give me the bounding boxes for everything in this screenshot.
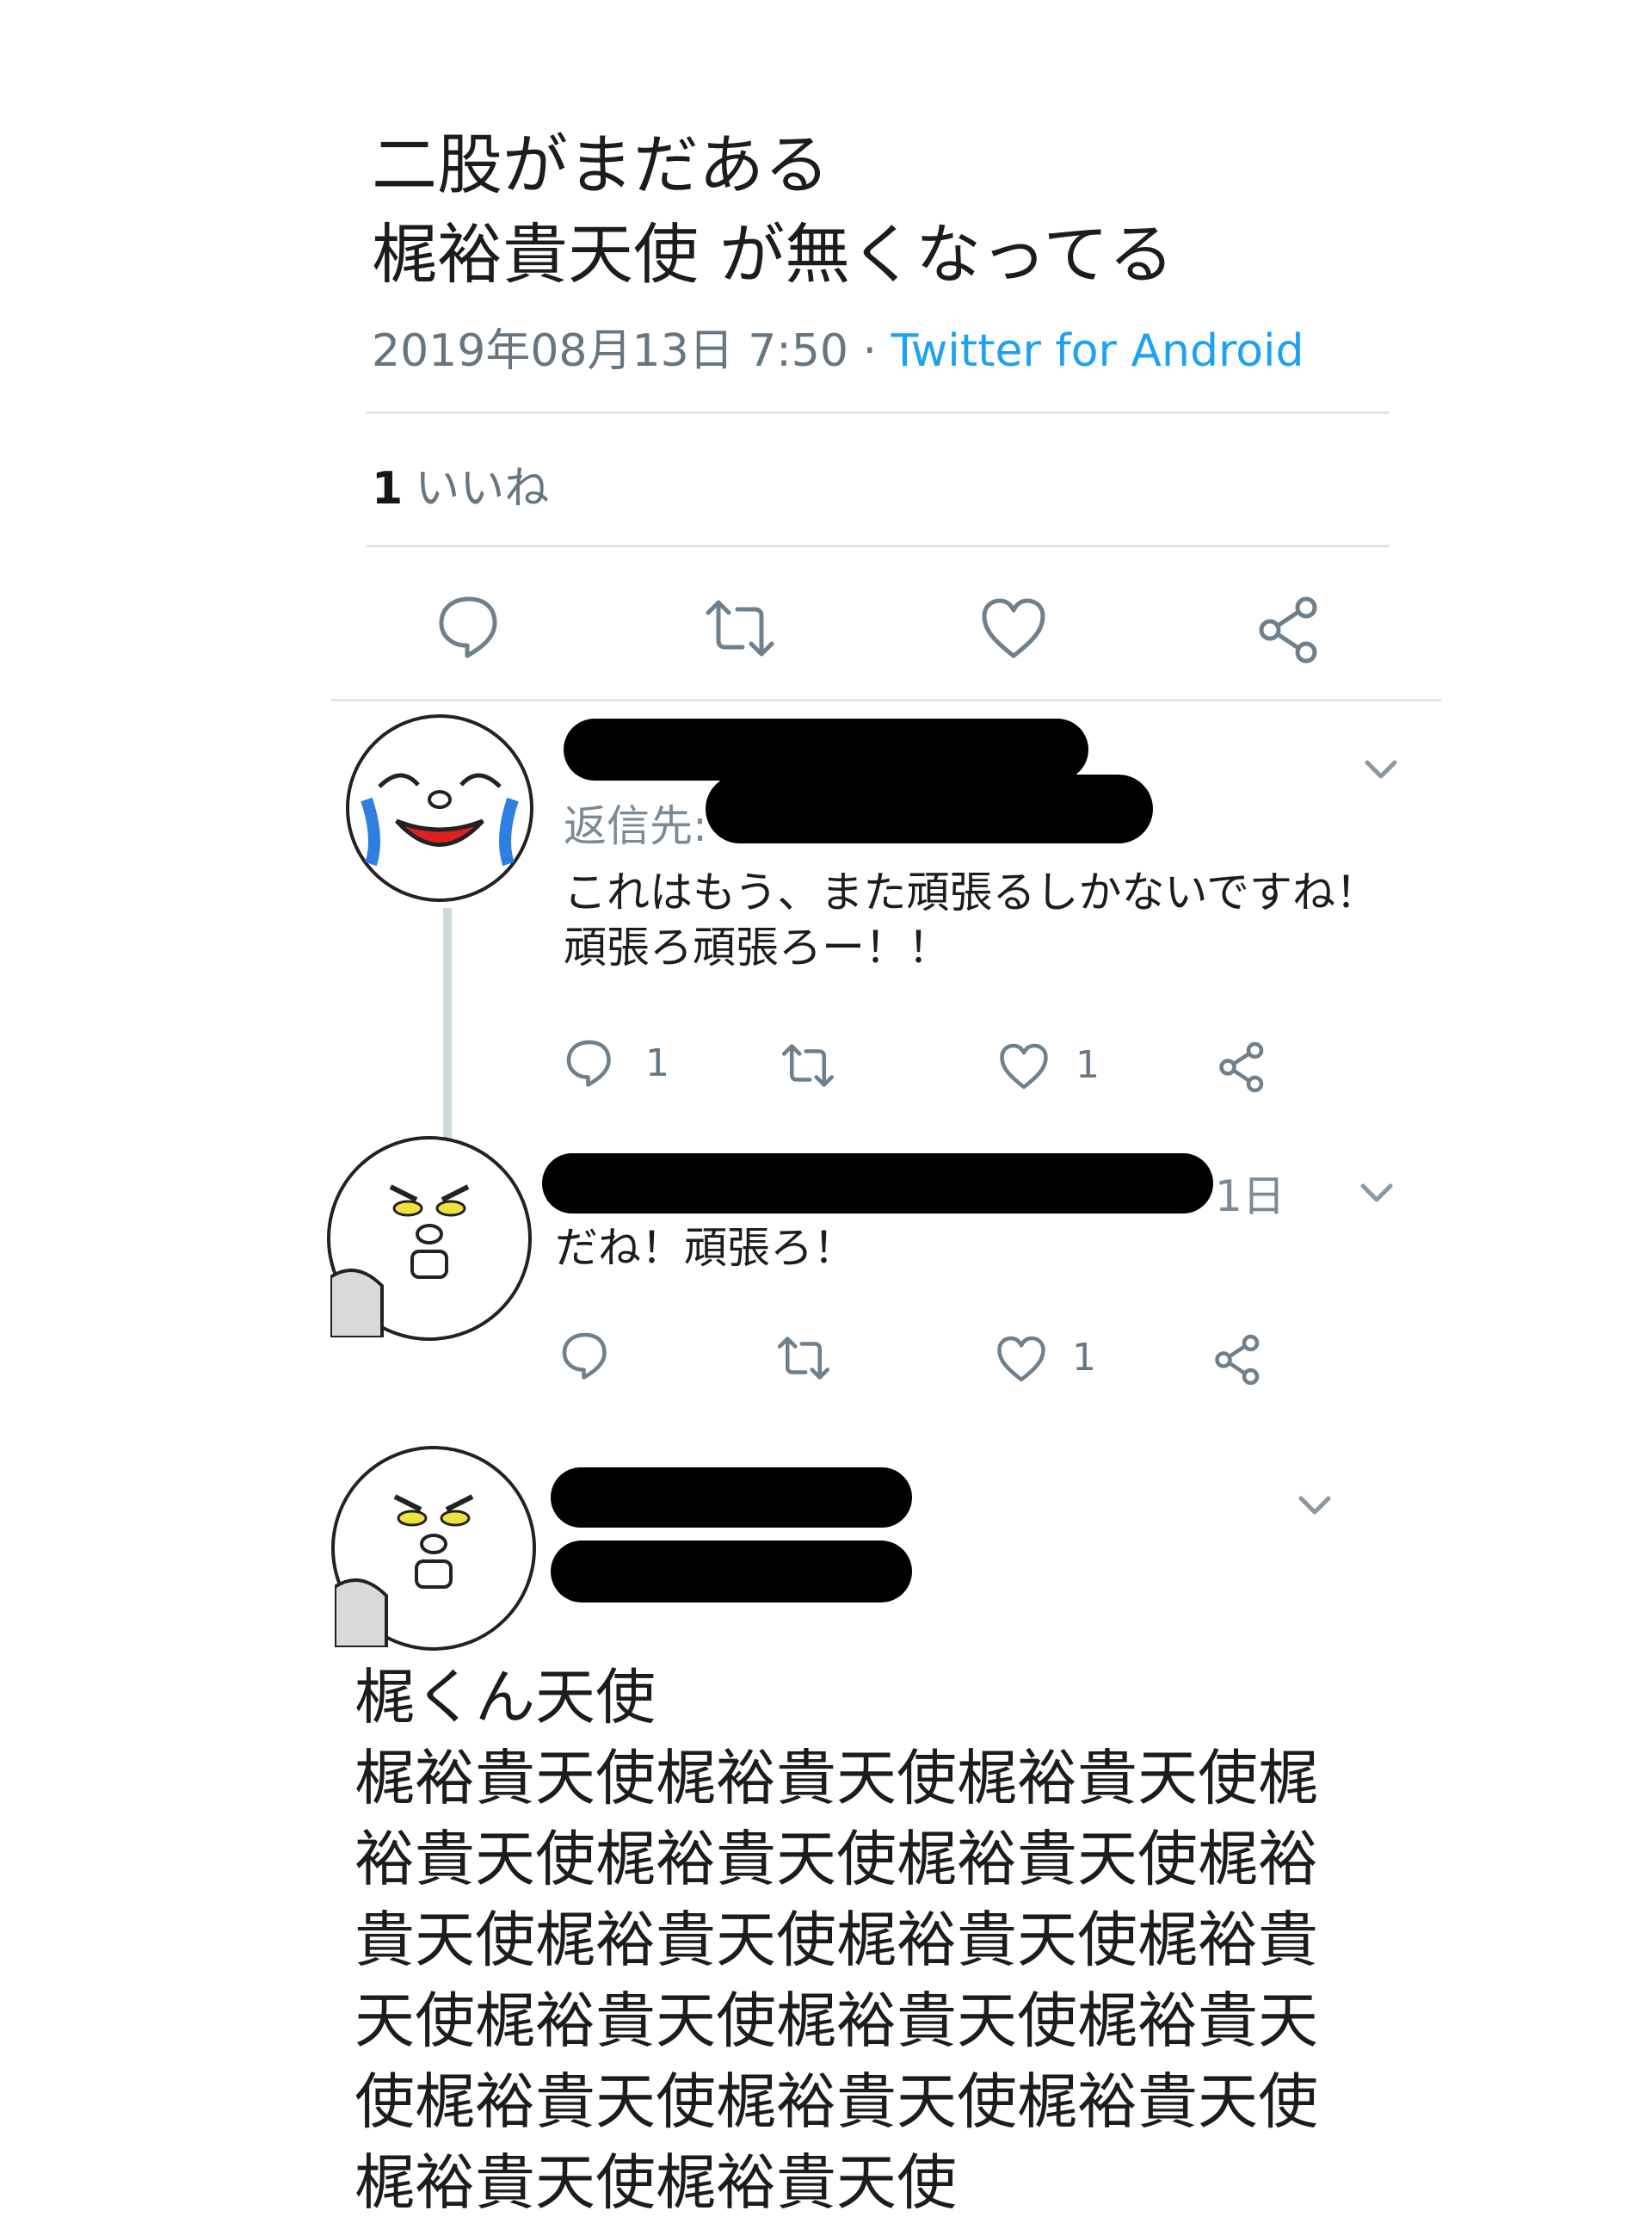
tweet3-line: 梶裕貴天使梶裕貴天使 (354, 2147, 957, 2218)
reply2-text: だね！頑張ろ！ (555, 1223, 856, 1273)
like-count: 1 (1072, 1336, 1096, 1380)
tweet3-line: 貴天使梶裕貴天使梶裕貴天使梶裕貴 (354, 1905, 1318, 1975)
divider (331, 699, 1441, 701)
tweet-timestamp: 2019年08月13日 7:50 (372, 325, 848, 377)
heart-icon[interactable] (979, 596, 1048, 661)
redacted-username (542, 1153, 1213, 1213)
thread-connector (443, 908, 452, 1145)
tweet3-line: 使梶裕貴天使梶裕貴天使梶裕貴天使 (354, 2066, 1318, 2137)
reply1-text: これはもう、また頑張るしかないですね！ 頑張ろ頑張ろー！！ (564, 865, 1378, 975)
share-icon[interactable] (1256, 596, 1325, 664)
tweet3-line: 天使梶裕貴天使梶裕貴天使梶裕貴天 (354, 1985, 1318, 2056)
main-tweet-line: 二股がまだある (372, 127, 829, 203)
heart-icon[interactable] (996, 1334, 1047, 1384)
main-tweet-line: 梶裕貴天使 が無くなってる (372, 216, 1174, 293)
avatar[interactable] (331, 1446, 536, 1651)
redacted-username (564, 719, 1088, 781)
heart-icon[interactable] (998, 1041, 1050, 1091)
reply-icon[interactable] (435, 592, 503, 661)
avatar[interactable] (346, 714, 533, 902)
retweet-icon[interactable] (779, 1040, 837, 1091)
chevron-down-icon[interactable] (1359, 1181, 1394, 1205)
reply-icon[interactable] (559, 1330, 611, 1381)
divider (366, 411, 1390, 414)
chevron-down-icon[interactable] (1298, 1493, 1332, 1517)
redacted-username (551, 1467, 912, 1528)
angry-face-icon (333, 1494, 474, 1649)
divider (366, 545, 1390, 547)
tweet-meta: 2019年08月13日 7:50 · Twitter for Android (372, 314, 1304, 379)
reply-icon[interactable] (564, 1037, 615, 1089)
main-tweet-text: 二股がまだある 梶裕貴天使 が無くなってる (372, 120, 1174, 299)
reply2-time: 1日 (1215, 1171, 1285, 1221)
tweet3-line: 梶くん天使 (354, 1662, 656, 1732)
retweet-icon[interactable] (774, 1332, 833, 1384)
redacted-handle (706, 775, 1153, 843)
share-icon[interactable] (1213, 1334, 1265, 1386)
reply-to-label: 返信先: (564, 801, 707, 851)
tweet-source-link[interactable]: Twitter for Android (891, 325, 1304, 377)
tweet3-line: 梶裕貴天使梶裕貴天使梶裕貴天使梶 (354, 1743, 1318, 1813)
redacted-handle (551, 1541, 912, 1602)
reply1-line: 頑張ろ頑張ろー！！ (564, 923, 951, 973)
tweet3-text: 梶くん天使 梶裕貴天使梶裕貴天使梶裕貴天使梶 裕貴天使梶裕貴天使梶裕貴天使梶裕 … (354, 1657, 1353, 2223)
likes-count: 1 (372, 463, 404, 515)
like-count: 1 (1076, 1043, 1100, 1087)
retweet-icon[interactable] (701, 594, 779, 663)
angry-face-icon (329, 1184, 470, 1339)
tweet3-line: 裕貴天使梶裕貴天使梶裕貴天使梶裕 (354, 1824, 1318, 1894)
share-icon[interactable] (1217, 1041, 1269, 1093)
likes-summary[interactable]: 1 いいね (372, 452, 549, 516)
likes-label: いいね (415, 463, 550, 515)
reply1-line: これはもう、また頑張るしかないですね！ (564, 868, 1378, 917)
avatar[interactable] (327, 1136, 532, 1341)
reply-count: 1 (645, 1041, 669, 1085)
crying-laughing-face-icon (361, 773, 519, 867)
chevron-down-icon[interactable] (1364, 757, 1398, 781)
meta-separator: · (862, 325, 878, 377)
